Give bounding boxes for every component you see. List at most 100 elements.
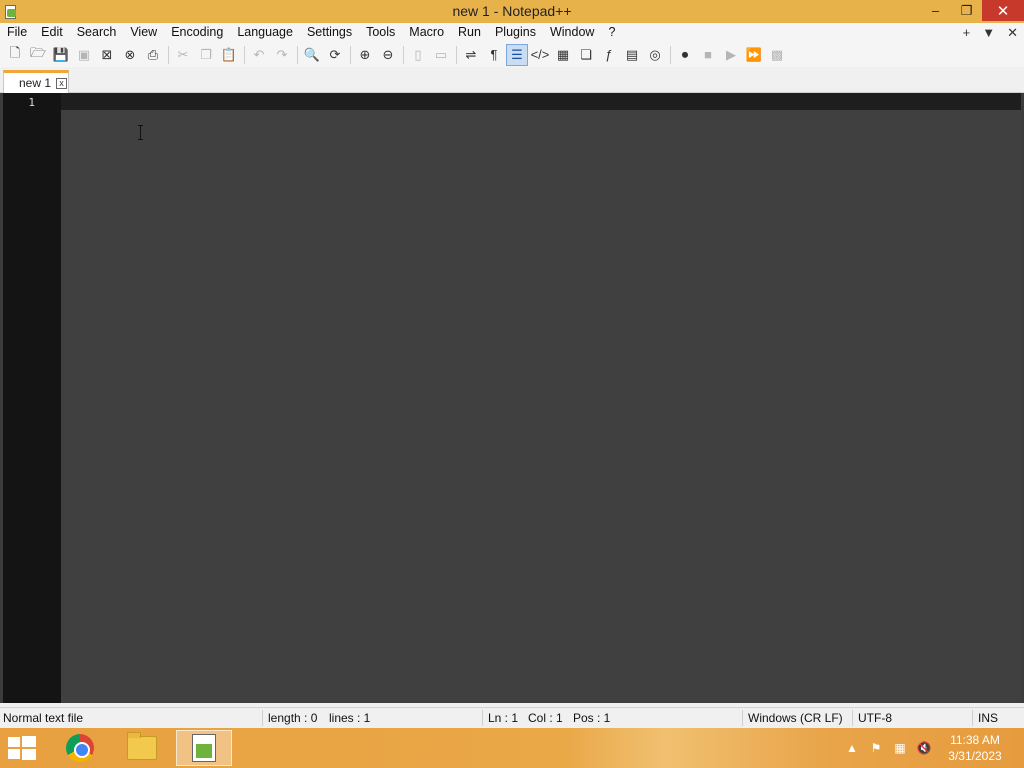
new-file-icon[interactable]: 🗋 bbox=[4, 44, 26, 66]
menu-edit[interactable]: Edit bbox=[34, 23, 70, 42]
status-position: Pos : 1 bbox=[573, 711, 611, 725]
editor[interactable]: 1 bbox=[0, 93, 1024, 703]
print-icon[interactable]: ⎙ bbox=[142, 44, 164, 66]
open-folder-icon[interactable]: 🗁 bbox=[27, 44, 49, 66]
close-all-icon[interactable]: ⊗ bbox=[119, 44, 141, 66]
taskbar: ▲ ⚑ ▦ 🔇 11:38 AM 3/31/2023 bbox=[0, 728, 1024, 768]
taskbar-chrome[interactable] bbox=[52, 730, 108, 766]
sync-vertical-icon[interactable]: ▯ bbox=[407, 44, 429, 66]
save-icon[interactable]: 💾 bbox=[50, 44, 72, 66]
close-file-icon[interactable]: ⊠ bbox=[96, 44, 118, 66]
windows-start-icon[interactable] bbox=[8, 736, 36, 760]
menu-tools[interactable]: Tools bbox=[359, 23, 402, 42]
status-eol[interactable]: Windows (CR LF) bbox=[748, 711, 843, 725]
close-button[interactable]: ✕ bbox=[982, 0, 1024, 21]
menu-language[interactable]: Language bbox=[230, 23, 300, 42]
stop-macro-icon[interactable]: ■ bbox=[697, 44, 719, 66]
cut-icon[interactable]: ✂ bbox=[172, 44, 194, 66]
redo-icon[interactable]: ↷ bbox=[271, 44, 293, 66]
function-list-icon[interactable]: ƒ bbox=[598, 44, 620, 66]
menu-plugins[interactable]: Plugins bbox=[488, 23, 543, 42]
tab-label: new 1 bbox=[19, 76, 52, 90]
menu-encoding[interactable]: Encoding bbox=[164, 23, 230, 42]
toolbar-separator bbox=[297, 45, 298, 64]
play-macro-icon[interactable]: ▶ bbox=[720, 44, 742, 66]
network-icon[interactable]: ▦ bbox=[888, 728, 912, 768]
menu-settings[interactable]: Settings bbox=[300, 23, 359, 42]
run-macro-multiple-icon[interactable]: ⏩ bbox=[743, 44, 765, 66]
document-list-icon[interactable]: ❏ bbox=[575, 44, 597, 66]
text-cursor-icon bbox=[138, 125, 143, 140]
menu-window[interactable]: Window bbox=[543, 23, 601, 42]
close-document-icon[interactable]: ✕ bbox=[1007, 25, 1018, 41]
menu-run[interactable]: Run bbox=[451, 23, 488, 42]
current-line-highlight[interactable] bbox=[61, 93, 1021, 110]
window-title: new 1 - Notepad++ bbox=[452, 3, 572, 19]
menu-search[interactable]: Search bbox=[70, 23, 124, 42]
toolbar-separator bbox=[456, 45, 457, 64]
sync-horizontal-icon[interactable]: ▭ bbox=[430, 44, 452, 66]
menu-view[interactable]: View bbox=[123, 23, 164, 42]
clock-time: 11:38 AM bbox=[950, 733, 1000, 747]
line-number-gutter: 1 bbox=[3, 93, 61, 703]
toolbar: 🗋 🗁 💾 ▣ ⊠ ⊗ ⎙ ✂ ❐ 📋 ↶ ↷ 🔍 ⟳ ⊕ ⊖ ▯ ▭ ⇌ ¶ … bbox=[0, 42, 1024, 67]
restore-button[interactable]: ❐ bbox=[951, 0, 982, 21]
word-wrap-icon[interactable]: ⇌ bbox=[460, 44, 482, 66]
toolbar-separator bbox=[244, 45, 245, 64]
tab-new-1[interactable]: new 1 x bbox=[3, 70, 69, 93]
status-encoding[interactable]: UTF-8 bbox=[858, 711, 892, 725]
undo-icon[interactable]: ↶ bbox=[248, 44, 270, 66]
menu-file[interactable]: File bbox=[0, 23, 34, 42]
status-insert-mode: INS bbox=[978, 711, 999, 725]
tab-bar: new 1 x bbox=[0, 67, 1024, 93]
notepad-plus-plus-icon bbox=[192, 734, 216, 762]
text-area[interactable] bbox=[61, 110, 1021, 703]
find-icon[interactable]: 🔍 bbox=[301, 44, 323, 66]
line-number: 1 bbox=[28, 96, 35, 109]
system-tray: ▲ ⚑ ▦ 🔇 11:38 AM 3/31/2023 bbox=[840, 728, 1024, 768]
menu-help[interactable]: ? bbox=[601, 23, 622, 42]
status-column: Col : 1 bbox=[528, 711, 563, 725]
indent-guide-icon[interactable]: ☰ bbox=[506, 43, 528, 66]
clock-date: 3/31/2023 bbox=[948, 749, 1002, 763]
replace-icon[interactable]: ⟳ bbox=[324, 44, 346, 66]
show-desktop-button[interactable] bbox=[1014, 728, 1024, 768]
chrome-icon bbox=[66, 734, 94, 762]
status-bar: Normal text file length : 0 lines : 1 Ln… bbox=[0, 707, 1024, 728]
taskbar-file-explorer[interactable] bbox=[114, 730, 170, 766]
taskbar-notepad-plus-plus[interactable] bbox=[176, 730, 232, 766]
record-macro-icon[interactable]: ⏺ bbox=[674, 44, 696, 66]
action-center-flag-icon[interactable]: ⚑ bbox=[864, 728, 888, 768]
status-line: Ln : 1 bbox=[488, 711, 519, 725]
status-lines: lines : 1 bbox=[329, 711, 371, 725]
toolbar-separator bbox=[168, 45, 169, 64]
zoom-in-icon[interactable]: ⊕ bbox=[354, 44, 376, 66]
menu-right-controls: + ▼ ✕ bbox=[963, 23, 1018, 42]
save-macro-icon[interactable]: ▩ bbox=[766, 44, 788, 66]
document-map-icon[interactable]: ▦ bbox=[552, 44, 574, 66]
volume-muted-icon[interactable]: 🔇 bbox=[912, 728, 936, 768]
toolbar-separator bbox=[350, 45, 351, 64]
add-tab-icon[interactable]: + bbox=[963, 25, 971, 40]
pilcrow-icon[interactable]: ¶ bbox=[483, 44, 505, 66]
copy-icon[interactable]: ❐ bbox=[195, 44, 217, 66]
folder-as-workspace-icon[interactable]: ▤ bbox=[621, 44, 643, 66]
paste-icon[interactable]: 📋 bbox=[218, 44, 240, 66]
window-controls: – ❐ ✕ bbox=[920, 0, 1024, 23]
file-explorer-icon bbox=[127, 732, 157, 760]
minimize-button[interactable]: – bbox=[920, 0, 951, 21]
monitoring-icon[interactable]: ◎ bbox=[644, 44, 666, 66]
zoom-out-icon[interactable]: ⊖ bbox=[377, 44, 399, 66]
tab-close-icon[interactable]: x bbox=[56, 77, 68, 89]
toolbar-separator bbox=[670, 45, 671, 64]
tab-list-dropdown-icon[interactable]: ▼ bbox=[982, 25, 995, 40]
toolbar-separator bbox=[403, 45, 404, 64]
show-hidden-icons-icon[interactable]: ▲ bbox=[840, 728, 864, 768]
title-bar[interactable]: new 1 - Notepad++ – ❐ ✕ bbox=[0, 0, 1024, 23]
clock[interactable]: 11:38 AM 3/31/2023 bbox=[936, 732, 1014, 764]
status-file-type: Normal text file bbox=[3, 711, 84, 725]
menu-macro[interactable]: Macro bbox=[402, 23, 451, 42]
save-all-icon[interactable]: ▣ bbox=[73, 44, 95, 66]
menu-bar: File Edit Search View Encoding Language … bbox=[0, 23, 1024, 42]
code-icon[interactable]: </> bbox=[529, 44, 551, 66]
